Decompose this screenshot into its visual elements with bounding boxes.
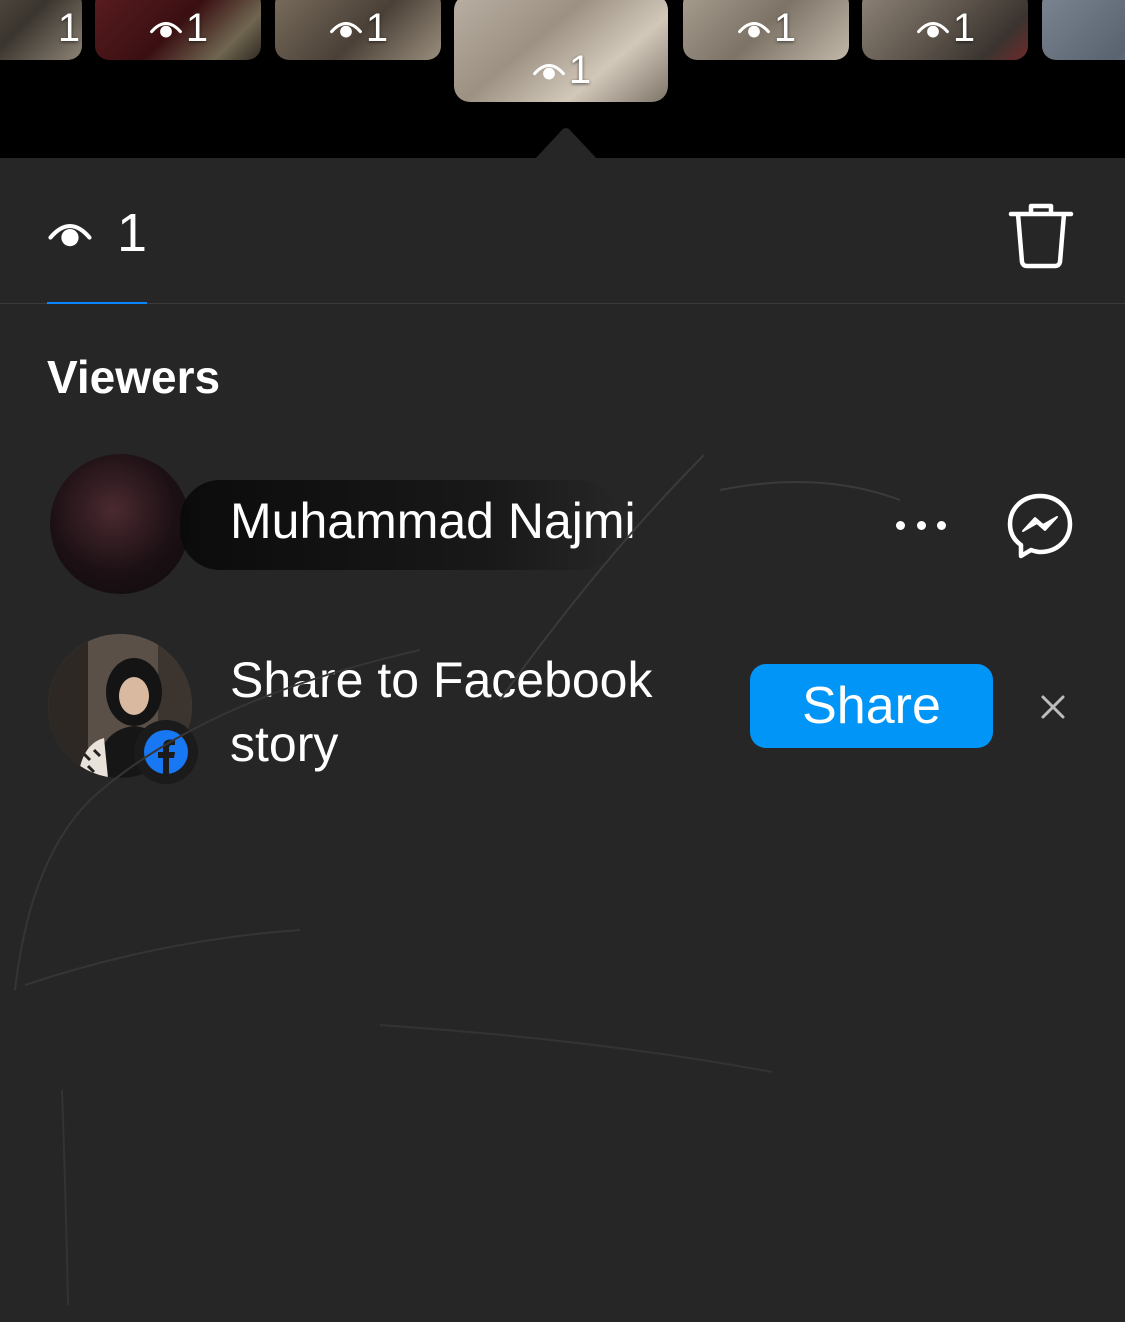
eye-icon bbox=[737, 21, 770, 38]
thumbnail-view-count: 1 bbox=[915, 8, 975, 48]
story-thumbnail-active[interactable]: 1 bbox=[454, 0, 668, 102]
trash-icon[interactable] bbox=[1005, 200, 1077, 272]
close-icon[interactable] bbox=[1036, 690, 1070, 724]
eye-icon bbox=[149, 21, 182, 38]
dot bbox=[937, 520, 946, 530]
view-count: 1 bbox=[116, 203, 147, 263]
thumbnail-view-count: 1 bbox=[57, 6, 81, 50]
share-to-facebook-card: Share to Facebook story Share bbox=[0, 630, 1125, 790]
eye-icon bbox=[532, 63, 565, 80]
share-prompt-text: Share to Facebook story bbox=[230, 652, 653, 772]
share-button[interactable]: Share bbox=[750, 664, 993, 748]
messenger-icon[interactable] bbox=[1004, 490, 1076, 562]
viewer-name[interactable]: Muhammad Najmi bbox=[230, 492, 636, 550]
thumbnail-view-count: 1 bbox=[328, 8, 388, 48]
tab-views[interactable]: 1 bbox=[47, 198, 147, 304]
viewers-heading: Viewers bbox=[47, 351, 221, 403]
story-thumbnail[interactable]: 1 bbox=[683, 0, 849, 60]
story-thumbnail[interactable]: 1 bbox=[862, 0, 1028, 60]
story-thumbnail[interactable] bbox=[1042, 0, 1125, 60]
story-thumbnail[interactable]: 1 bbox=[0, 0, 82, 60]
story-stats-bar: 1 bbox=[0, 158, 1125, 304]
active-story-pointer bbox=[534, 128, 598, 160]
facebook-icon bbox=[144, 730, 188, 774]
eye-icon bbox=[329, 21, 362, 38]
thumbnail-view-count: 1 bbox=[148, 8, 208, 48]
story-thumbnail[interactable]: 1 bbox=[275, 0, 441, 60]
story-thumbnail[interactable]: 1 bbox=[95, 0, 261, 60]
viewer-list-item[interactable]: Muhammad Najmi bbox=[0, 440, 1125, 610]
thumbnail-view-count: 1 bbox=[531, 50, 591, 90]
facebook-badge bbox=[134, 720, 198, 784]
story-viewers-screen: 1 1 1 1 1 1 1 Viewers Muhammad Najmi Sha… bbox=[0, 0, 1125, 1322]
avatar[interactable] bbox=[50, 454, 190, 594]
eye-icon bbox=[916, 21, 949, 38]
dot bbox=[916, 520, 926, 530]
eye-icon bbox=[48, 224, 92, 247]
tab-underline bbox=[47, 302, 147, 304]
dot bbox=[896, 520, 905, 530]
thumbnail-view-count: 1 bbox=[736, 8, 796, 48]
more-options-button[interactable] bbox=[896, 510, 946, 540]
